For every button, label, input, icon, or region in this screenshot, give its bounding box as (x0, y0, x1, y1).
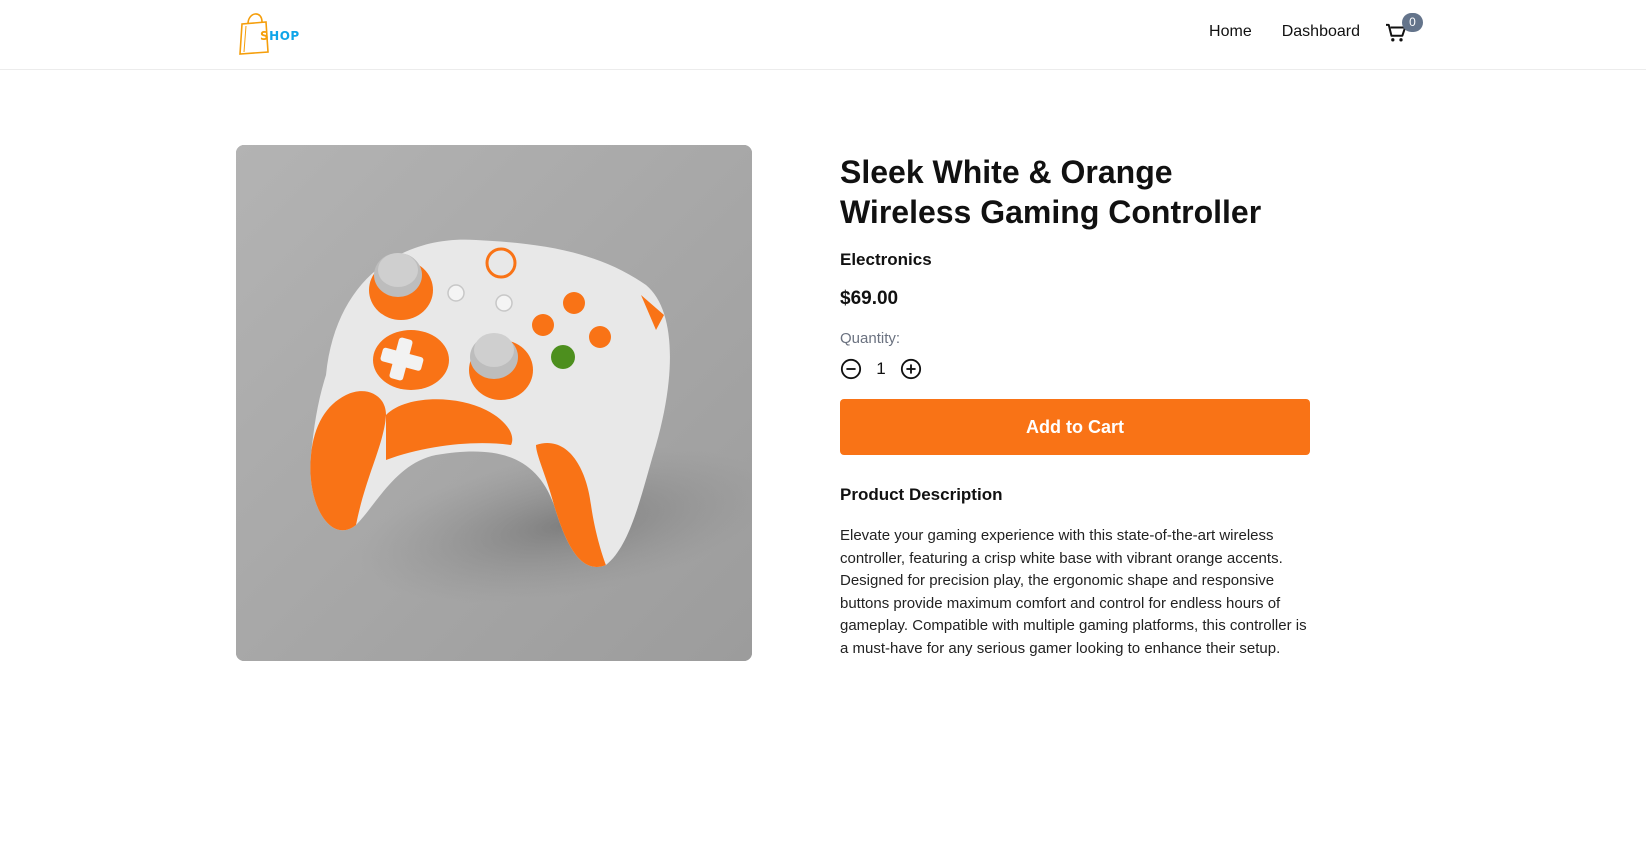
quantity-value: 1 (876, 359, 886, 378)
plus-circle-icon[interactable] (900, 358, 922, 380)
add-to-cart-button[interactable]: Add to Cart (840, 399, 1310, 455)
product-category: Electronics (840, 250, 932, 269)
nav-home-link[interactable]: Home (1209, 18, 1252, 46)
nav-dashboard-link[interactable]: Dashboard (1282, 18, 1360, 46)
product-title: Sleek White & Orange Wireless Gaming Con… (840, 154, 1262, 230)
product-details: Sleek White & Orange Wireless Gaming Con… (840, 152, 1310, 661)
quantity-stepper: 1 (840, 357, 1310, 381)
description-title: Product Description (840, 485, 1003, 504)
product-description: Elevate your gaming experience with this… (840, 527, 1307, 657)
cart-count-badge: 0 (1402, 13, 1423, 32)
main-nav: Home Dashboard 0 (1179, 13, 1423, 46)
shop-logo[interactable]: SHOP (238, 8, 308, 58)
product-image (236, 145, 752, 661)
cart-button[interactable]: 0 (1382, 13, 1423, 46)
site-header: SHOP Home Dashboard 0 (0, 0, 1646, 70)
minus-circle-icon[interactable] (840, 358, 862, 380)
logo-text-s: S (260, 29, 270, 43)
quantity-label: Quantity: (840, 330, 901, 347)
gaming-controller-image (236, 145, 752, 661)
logo-text-hop: HOP (269, 29, 300, 43)
product-price: $69.00 (840, 288, 899, 309)
